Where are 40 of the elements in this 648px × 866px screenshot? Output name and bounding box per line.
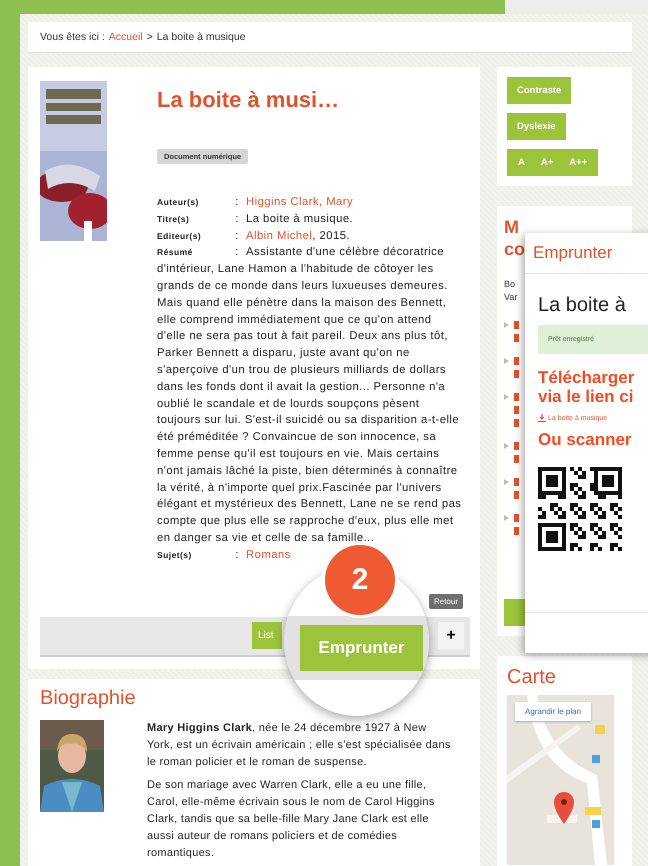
font-size-button[interactable]: A	[511, 149, 532, 176]
biography-title: Biographie	[40, 686, 137, 710]
download-heading: Télécharger	[538, 368, 636, 387]
field-colon: :	[234, 548, 240, 563]
record-title: La boite à musi…	[157, 87, 340, 114]
field-value: La boite à musique.	[246, 212, 354, 225]
breadcrumb-link[interactable]: Accueil	[108, 31, 143, 43]
breadcrumb-separator: >	[146, 31, 153, 43]
borrow-button[interactable]: Emprunter	[300, 625, 423, 671]
field-colon: :	[234, 228, 240, 244]
breadcrumb-label: Vous êtes ici :	[40, 31, 105, 43]
dialog-heading: La boite à	[538, 294, 627, 317]
panel-title: M	[504, 216, 519, 238]
field-value: , 2015.	[312, 230, 350, 242]
accessibility-button[interactable]: Contraste	[507, 77, 572, 104]
download-heading: via le lien ci	[538, 387, 634, 406]
back-button[interactable]: Retour	[428, 594, 463, 609]
dialog-title: Emprunter	[525, 233, 648, 274]
plus-button[interactable]: +	[438, 622, 464, 650]
font-size-button[interactable]: A++	[562, 149, 594, 176]
breadcrumb-current: La boite à musique	[156, 31, 246, 43]
panel-text: Bo	[504, 278, 516, 291]
field-colon: :	[234, 195, 240, 210]
field-label: Sujet(s)	[157, 548, 193, 562]
panel-title: co	[504, 238, 526, 260]
accessibility-button[interactable]: Dyslexie	[507, 113, 566, 140]
map-title: Carte	[507, 666, 557, 689]
field-label: Auteur(s)	[157, 196, 200, 209]
field-link[interactable]: Romans	[246, 548, 291, 561]
list-button[interactable]: List	[252, 622, 282, 650]
scan-heading: Ou scanner	[538, 430, 633, 449]
field-link[interactable]: Higgins Clark, Mary	[246, 196, 354, 208]
field-label: Titre(s)	[157, 212, 190, 226]
field-label: Editeur(s)	[157, 230, 202, 243]
biography-paragraph: De son mariage avec Warren Clark, elle a eu une fille, Carol, elle-même écrivain sous le nom de Carol Higgins Clark, tandis que sa belle-fille Mary Jane Clark est elle aussi auteur de romans policiers et de comédies romantiques.	[147, 778, 436, 861]
biography-paragraph: Mary Higgins Clark, née le 24 décembre 1927 à New York, est un écrivain américain ; elle s'est spécialisée dans le roman policier et le roman de suspense.	[147, 720, 452, 770]
field-link[interactable]: Albin Michel	[246, 230, 312, 242]
enlarge-map-button[interactable]: Agrandir le plan	[515, 702, 592, 721]
field-colon: :	[234, 212, 240, 227]
font-size-button[interactable]: A+	[534, 149, 560, 176]
